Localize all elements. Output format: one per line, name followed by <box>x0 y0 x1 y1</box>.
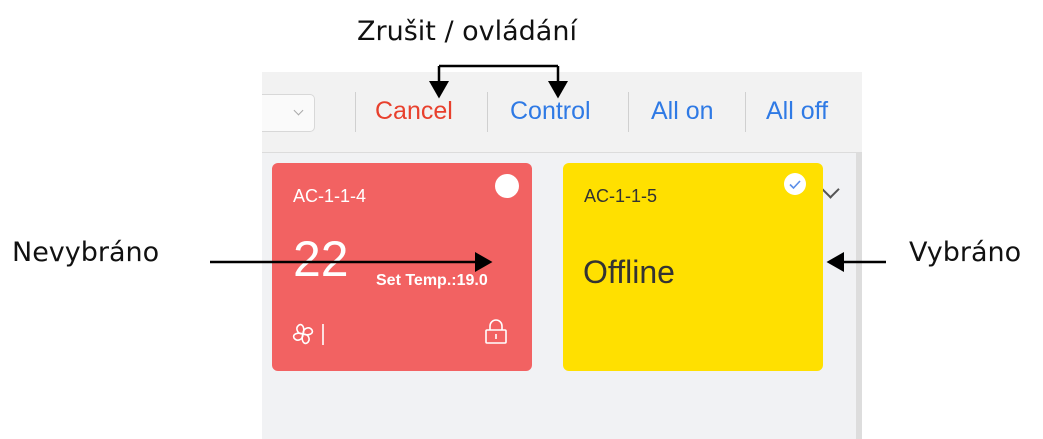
arrow-to-cancel <box>439 64 558 96</box>
annotation-arrows <box>210 64 886 272</box>
